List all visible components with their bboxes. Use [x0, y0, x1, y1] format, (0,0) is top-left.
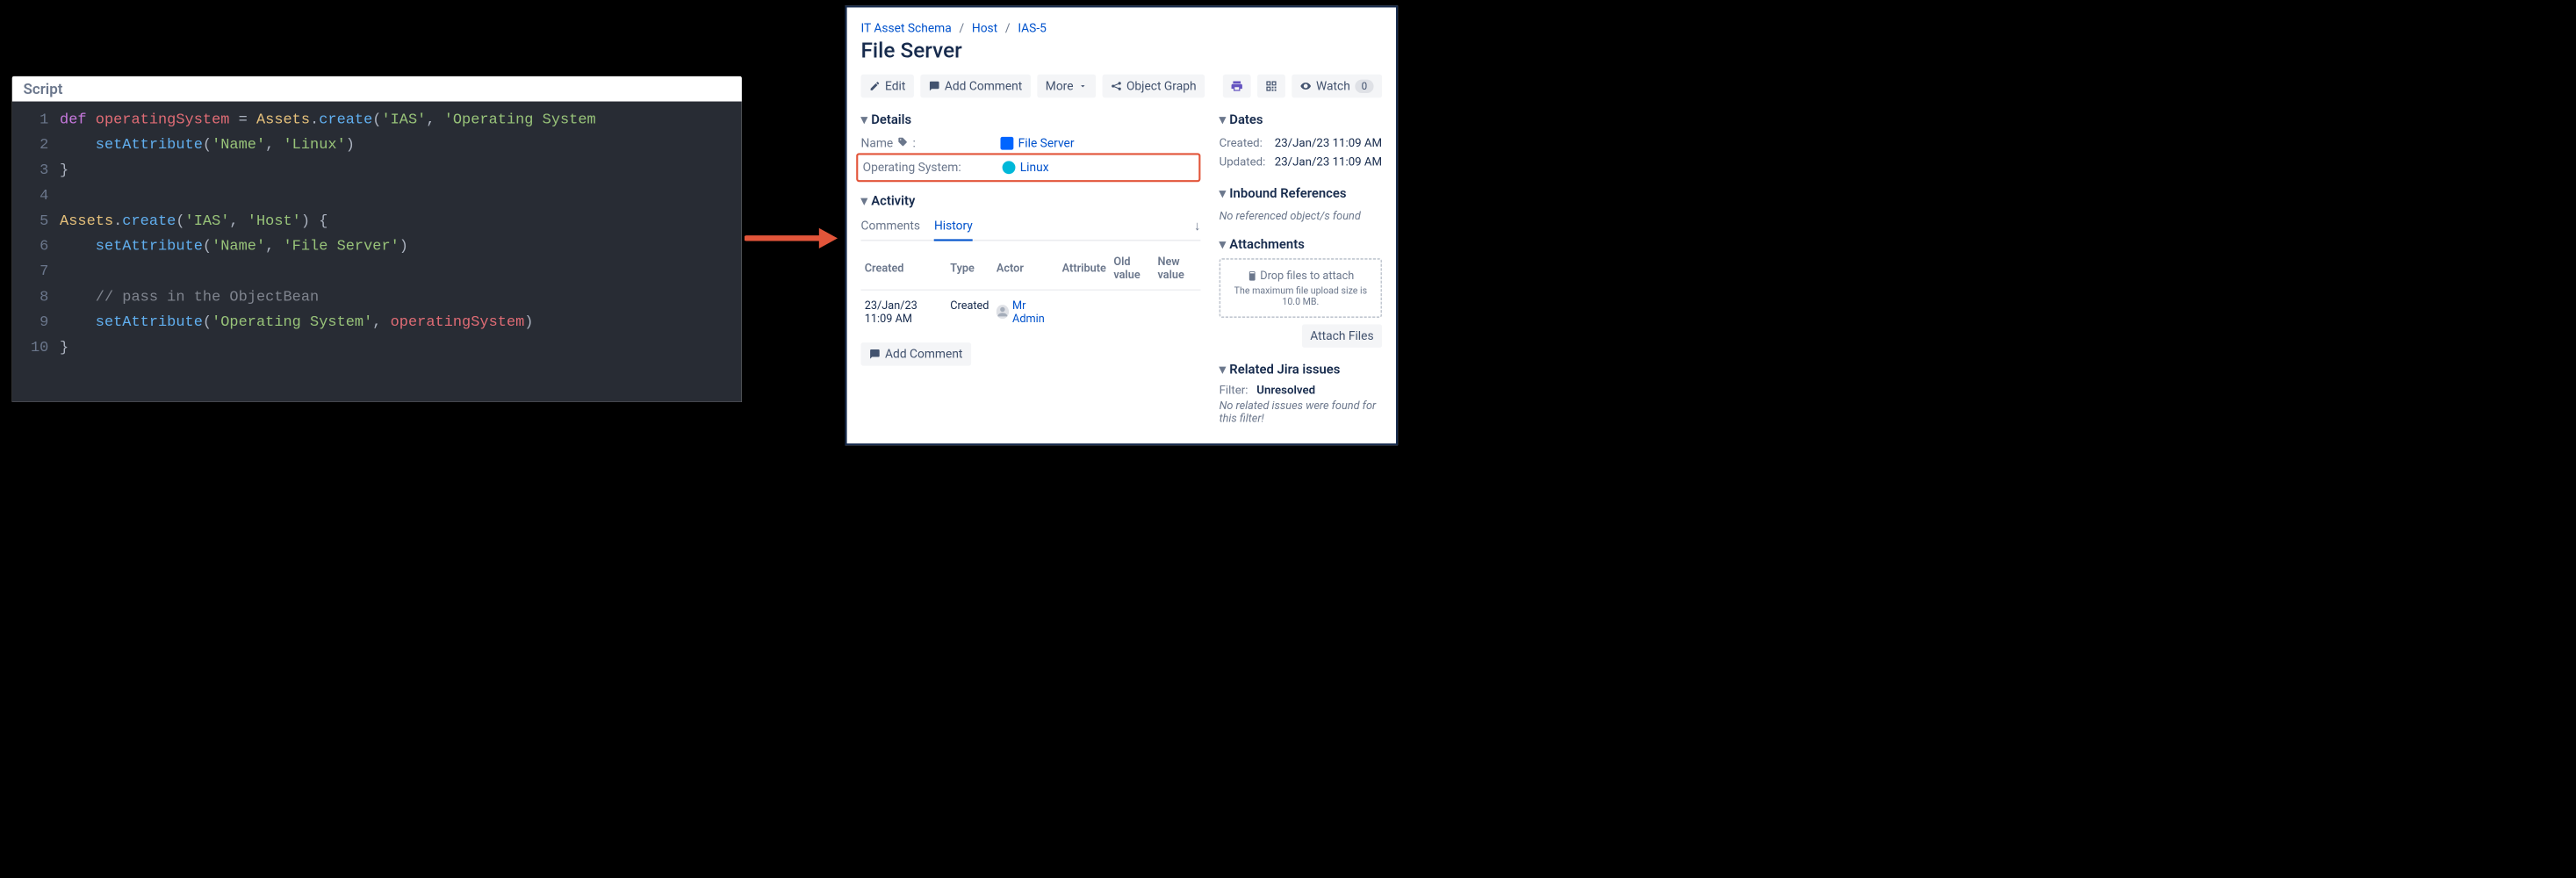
attachments-heading[interactable]: ▾ Attachments	[1220, 236, 1383, 251]
object-type-icon	[1003, 161, 1016, 174]
more-button[interactable]: More	[1037, 75, 1096, 98]
script-editor: Script 12345678910 def operatingSystem =…	[12, 76, 742, 402]
comment-icon	[869, 349, 881, 360]
breadcrumb-item[interactable]: IT Asset Schema	[860, 21, 951, 35]
breadcrumb: IT Asset Schema / Host / IAS-5	[860, 21, 1382, 35]
code-content[interactable]: def operatingSystem = Assets.create('IAS…	[60, 102, 596, 402]
object-type-icon	[1000, 137, 1013, 150]
date-created-row: Created: 23/Jan/23 11:09 AM	[1220, 133, 1383, 153]
attr-value-name[interactable]: File Server	[1000, 136, 1074, 150]
attach-icon	[1247, 269, 1260, 282]
attr-row-name: Name : File Server	[860, 133, 1200, 153]
highlighted-attribute: Operating System: Linux	[856, 153, 1200, 182]
chevron-down-icon: ▾	[860, 193, 867, 208]
arrow-icon	[745, 220, 838, 256]
qr-button[interactable]	[1257, 75, 1285, 98]
object-graph-button[interactable]: Object Graph	[1102, 75, 1205, 98]
tab-comments[interactable]: Comments	[860, 216, 920, 240]
inbound-empty: No referenced object/s found	[1220, 207, 1383, 222]
print-icon	[1231, 80, 1244, 93]
related-empty: No related issues were found for this fi…	[1220, 397, 1383, 425]
comment-icon	[929, 81, 940, 92]
chevron-down-icon: ▾	[860, 112, 867, 126]
avatar-icon	[997, 305, 1009, 319]
activity-tabs: Comments History ↓	[860, 216, 1200, 241]
chevron-down-icon: ▾	[1220, 236, 1226, 251]
page-title: File Server	[860, 38, 1382, 63]
attach-files-button[interactable]: Attach Files	[1302, 324, 1382, 348]
graph-icon	[1111, 81, 1122, 92]
pencil-icon	[869, 81, 881, 92]
add-comment-button[interactable]: Add Comment	[920, 75, 1030, 98]
watch-button[interactable]: Watch 0	[1292, 75, 1382, 98]
related-heading[interactable]: ▾ Related Jira issues	[1220, 362, 1383, 377]
attr-value-os[interactable]: Linux	[1003, 161, 1049, 175]
breadcrumb-item[interactable]: IAS-5	[1018, 21, 1047, 35]
dropzone[interactable]: Drop files to attach The maximum file up…	[1220, 258, 1383, 318]
history-table: Created Type Actor Attribute Old value N…	[860, 250, 1200, 333]
attr-row-os: Operating System: Linux	[863, 158, 1194, 177]
line-numbers: 12345678910	[12, 102, 60, 402]
activity-heading[interactable]: ▾ Activity	[860, 193, 1200, 208]
table-row: 23/Jan/23 11:09 AM Created Mr Admin	[860, 290, 1200, 333]
asset-panel: IT Asset Schema / Host / IAS-5 File Serv…	[845, 5, 1398, 445]
actor-link[interactable]: Mr Admin	[997, 299, 1054, 325]
related-filter: Filter: Unresolved	[1220, 384, 1383, 397]
toolbar: Edit Add Comment More Object Graph	[860, 75, 1382, 98]
edit-button[interactable]: Edit	[860, 75, 913, 98]
eye-icon	[1300, 81, 1312, 92]
dates-heading[interactable]: ▾ Dates	[1220, 112, 1383, 126]
inbound-heading[interactable]: ▾ Inbound References	[1220, 185, 1383, 200]
details-heading[interactable]: ▾ Details	[860, 112, 1200, 126]
chevron-down-icon: ▾	[1220, 112, 1226, 126]
qr-icon	[1265, 80, 1278, 93]
tag-icon	[898, 136, 909, 150]
sort-icon[interactable]: ↓	[1194, 218, 1200, 233]
tab-history[interactable]: History	[934, 216, 973, 241]
script-editor-title: Script	[12, 76, 742, 102]
watch-count: 0	[1355, 79, 1373, 92]
chevron-down-icon	[1078, 82, 1088, 91]
add-comment-button-bottom[interactable]: Add Comment	[860, 342, 970, 366]
date-updated-row: Updated: 23/Jan/23 11:09 AM	[1220, 153, 1383, 172]
chevron-down-icon: ▾	[1220, 185, 1226, 200]
print-button[interactable]	[1223, 75, 1251, 98]
breadcrumb-item[interactable]: Host	[972, 21, 997, 35]
chevron-down-icon: ▾	[1220, 362, 1226, 377]
